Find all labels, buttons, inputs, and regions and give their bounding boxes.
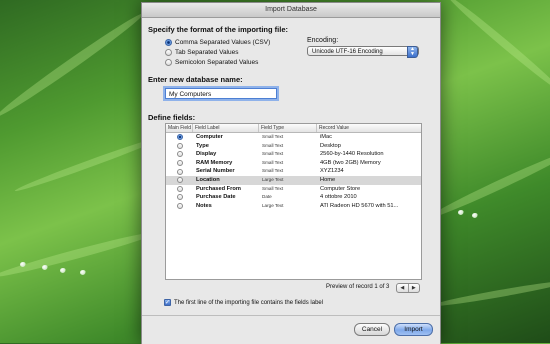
radio-button[interactable] [165,39,172,46]
record-value-cell: iMac [320,134,333,140]
table-row[interactable]: Purchase Date Date 4 ottobre 2010 [166,193,421,202]
record-value-cell: 4GB (two 2GB) Memory [320,159,381,166]
radio-label: Semicolon Separated Values [175,59,259,66]
radio-button[interactable] [165,59,172,66]
field-type-cell[interactable]: Small Text [259,159,317,168]
record-value-cell: ATI Radeon HD 5670 with 51... [320,202,399,209]
field-type-cell[interactable]: Date [259,193,317,202]
previous-arrow-icon[interactable]: ◀ [397,284,409,292]
main-field-radio[interactable] [176,185,183,192]
column-header[interactable]: Field Type [259,124,317,132]
database-name-field[interactable]: My Computers [165,88,277,99]
field-label-cell[interactable]: Purchase Date [193,193,259,202]
field-label-cell[interactable]: Computer [193,133,259,142]
field-label-cell[interactable]: Display [193,150,259,159]
first-line-labels-checkbox[interactable]: ✓ The first line of the importing file c… [164,299,323,306]
window-title: Import Database [142,3,440,18]
table-row-selected[interactable]: Location Large Text Home [166,175,421,185]
radio-csv[interactable]: Comma Separated Values (CSV) [165,39,270,46]
chevron-updown-icon: ▲ ▼ [407,46,418,58]
radio-button[interactable] [165,49,172,56]
column-header[interactable]: Field Label [193,124,259,132]
define-fields-heading: Define fields: [148,113,196,122]
checkbox-label: The first line of the importing file con… [174,299,324,306]
field-label-cell[interactable]: Purchased From [193,185,259,194]
radio-semicolon[interactable]: Semicolon Separated Values [165,59,258,66]
record-stepper[interactable]: ◀ ▶ [396,283,420,293]
table-row[interactable]: RAM Memory Small Text 4GB (two 2GB) Memo… [166,159,421,168]
field-type-cell[interactable]: Small Text [259,185,317,194]
main-field-radio[interactable] [176,134,183,141]
table-row[interactable]: Purchased From Small Text Computer Store [166,185,421,194]
encoding-label: Encoding: [307,37,339,44]
record-value-cell: 2560-by-1440 Resolution [320,151,384,158]
field-label-cell[interactable]: Serial Number [193,167,259,176]
import-database-dialog: Import Database Specify the format of th… [141,2,441,344]
field-type-cell[interactable]: Small Text [259,133,317,142]
field-type-cell[interactable]: Small Text [259,167,317,176]
fields-table[interactable]: Main Field Field Label Field Type Record… [165,123,422,280]
record-value-cell: XYZ1234 [320,168,344,175]
field-type-cell[interactable]: Large Text [259,202,317,211]
format-heading: Specify the format of the importing file… [148,25,289,34]
field-type-cell[interactable]: Small Text [259,142,317,151]
table-row[interactable]: Serial Number Small Text XYZ1234 [166,167,421,176]
record-value-cell: 4 ottobre 2010 [320,194,357,201]
radio-tab[interactable]: Tab Separated Values [165,49,238,56]
main-field-radio[interactable] [176,177,183,184]
field-type-cell[interactable]: Small Text [259,150,317,159]
main-field-radio[interactable] [176,203,183,210]
record-value-cell: Desktop [320,142,341,149]
main-field-radio[interactable] [176,151,183,158]
field-type-cell[interactable]: Large Text [259,176,317,185]
cancel-button[interactable]: Cancel [354,323,390,336]
main-field-radio[interactable] [176,194,183,201]
radio-label: Tab Separated Values [175,49,239,56]
next-arrow-icon[interactable]: ▶ [409,284,420,292]
database-name-heading: Enter new database name: [148,75,243,84]
main-field-radio[interactable] [176,168,183,175]
encoding-select[interactable]: Unicode UTF-16 Encoding ▲ ▼ [307,46,419,58]
field-label-cell[interactable]: Location [193,176,259,185]
field-label-cell[interactable]: Notes [193,202,259,211]
encoding-value: Unicode UTF-16 Encoding [312,49,383,55]
field-label-cell[interactable]: RAM Memory [193,159,259,168]
table-row[interactable]: Notes Large Text ATI Radeon HD 5670 with… [166,202,421,211]
column-header[interactable]: Record Value [317,124,421,132]
divider [142,315,440,316]
field-label-cell[interactable]: Type [193,142,259,151]
record-value-cell: Computer Store [320,185,361,192]
record-value-cell: Home [320,176,336,183]
import-button[interactable]: Import [394,323,433,336]
table-row[interactable]: Type Small Text Desktop [166,142,421,151]
table-row[interactable]: Computer Small Text iMac [166,133,421,142]
radio-label: Comma Separated Values (CSV) [175,39,271,46]
column-header[interactable]: Main Field [166,124,193,132]
table-header: Main Field Field Label Field Type Record… [166,124,421,133]
main-field-radio[interactable] [176,142,183,149]
main-field-radio[interactable] [176,160,183,167]
checkmark-icon[interactable]: ✓ [164,299,171,306]
preview-record-label: Preview of record 1 of 3 [326,284,390,290]
table-row[interactable]: Display Small Text 2560-by-1440 Resoluti… [166,150,421,159]
